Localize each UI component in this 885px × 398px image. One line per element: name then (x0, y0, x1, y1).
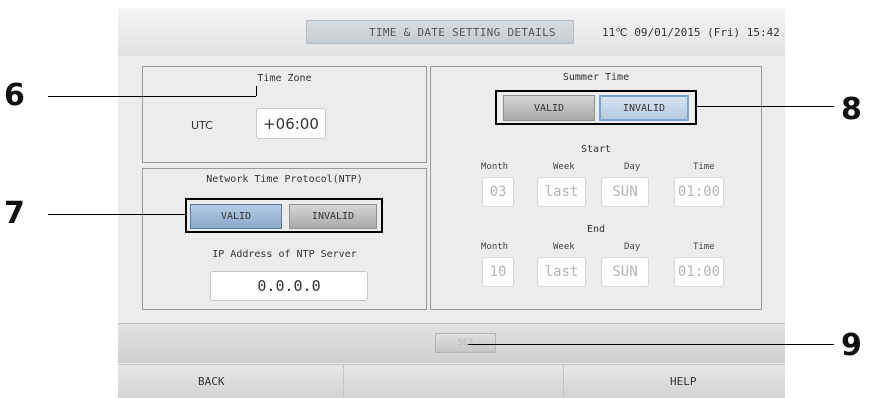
callout-leader-9 (468, 344, 834, 345)
callout-number-6: 6 (4, 78, 25, 113)
callout-box-8 (495, 90, 697, 125)
callout-leader-7 (48, 214, 185, 215)
end-week-field[interactable]: last (537, 257, 586, 287)
page-title: TIME & DATE SETTING DETAILS (306, 20, 574, 44)
utc-label: UTC (191, 119, 213, 132)
time-zone-panel: Time Zone UTC +06:00 (142, 66, 427, 163)
end-time-field[interactable]: 01:00 (674, 257, 724, 287)
callout-number-9: 9 (841, 328, 862, 363)
start-day-field[interactable]: SUN (601, 177, 649, 207)
footer-blank-button[interactable] (343, 364, 564, 398)
time-zone-title: Time Zone (257, 73, 312, 84)
end-col-month: Month (481, 242, 509, 252)
callout-number-7: 7 (4, 196, 25, 231)
start-label: Start (580, 144, 612, 155)
start-col-week: Week (553, 162, 575, 172)
end-col-day: Day (624, 242, 641, 252)
status-readout: 11℃ 09/01/2015 (Fri) 15:42 (602, 25, 780, 39)
ntp-title: Network Time Protocol(NTP) (206, 174, 363, 185)
help-button[interactable]: HELP (564, 364, 785, 398)
end-col-week: Week (553, 242, 575, 252)
end-label: End (586, 224, 606, 235)
callout-box-7 (185, 198, 383, 233)
start-col-time: Time (693, 162, 715, 172)
end-col-time: Time (693, 242, 715, 252)
callout-leader-6-tick (256, 86, 257, 96)
start-time-field[interactable]: 01:00 (674, 177, 724, 207)
callout-leader-8 (697, 106, 834, 107)
summer-time-title: Summer Time (562, 72, 630, 83)
ntp-panel: Network Time Protocol(NTP) VALID INVALID… (142, 168, 427, 310)
start-week-field[interactable]: last (537, 177, 586, 207)
ntp-ip-label: IP Address of NTP Server (212, 249, 357, 260)
end-month-field[interactable]: 10 (482, 257, 514, 287)
start-col-day: Day (624, 162, 641, 172)
utc-offset-field[interactable]: +06:00 (256, 108, 326, 139)
back-button[interactable]: BACK (118, 364, 343, 398)
ntp-ip-field[interactable]: 0.0.0.0 (210, 271, 368, 301)
end-day-field[interactable]: SUN (601, 257, 649, 287)
callout-leader-6 (48, 96, 256, 97)
start-col-month: Month (481, 162, 509, 172)
set-button[interactable]: SET (435, 333, 496, 353)
start-month-field[interactable]: 03 (482, 177, 514, 207)
callout-number-8: 8 (841, 92, 862, 127)
